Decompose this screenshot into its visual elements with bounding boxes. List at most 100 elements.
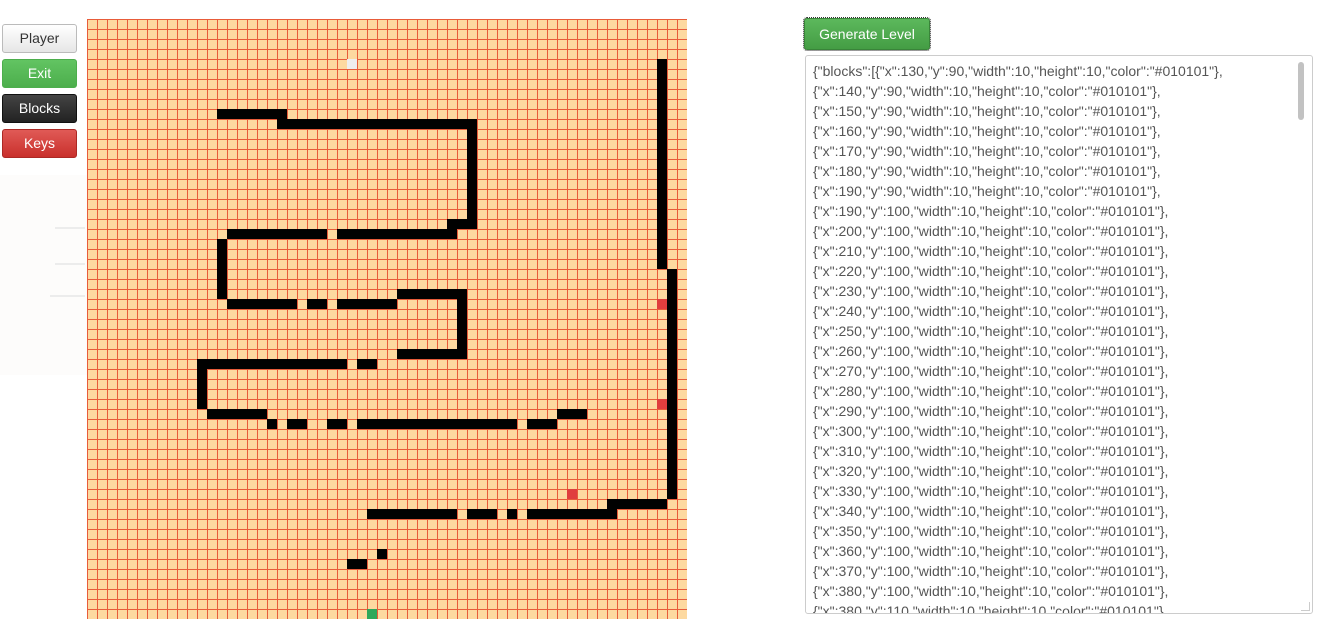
block bbox=[367, 229, 377, 239]
block bbox=[467, 179, 477, 189]
block bbox=[247, 109, 257, 119]
block bbox=[417, 509, 427, 519]
level-json-textarea[interactable]: {"blocks":[{"x":130,"y":90,"width":10,"h… bbox=[805, 55, 1313, 614]
block bbox=[427, 509, 437, 519]
json-line: {"x":370,"y":100,"width":10,"height":10,… bbox=[813, 563, 1169, 579]
block bbox=[657, 259, 667, 269]
json-line: {"x":340,"y":100,"width":10,"height":10,… bbox=[813, 503, 1169, 519]
block bbox=[317, 119, 327, 129]
block bbox=[467, 129, 477, 139]
block bbox=[447, 419, 457, 429]
resize-handle[interactable] bbox=[1301, 602, 1310, 611]
json-line: {"x":240,"y":100,"width":10,"height":10,… bbox=[813, 303, 1169, 319]
scrollbar-thumb[interactable] bbox=[1298, 62, 1304, 120]
block bbox=[357, 229, 367, 239]
block bbox=[547, 509, 557, 519]
block bbox=[297, 229, 307, 239]
json-line: {"x":190,"y":100,"width":10,"height":10,… bbox=[813, 203, 1169, 219]
block bbox=[267, 109, 277, 119]
block bbox=[257, 409, 267, 419]
block bbox=[657, 69, 667, 79]
block bbox=[477, 509, 487, 519]
block bbox=[657, 249, 667, 259]
block bbox=[667, 389, 677, 399]
block bbox=[657, 499, 667, 509]
generate-level-button[interactable]: Generate Level bbox=[803, 17, 931, 51]
block bbox=[407, 119, 417, 129]
keys-tool-button[interactable]: Keys bbox=[2, 129, 77, 158]
json-line: {"x":380,"y":110,"width":10,"height":10,… bbox=[813, 603, 1164, 614]
block bbox=[467, 209, 477, 219]
json-line: {"x":220,"y":100,"width":10,"height":10,… bbox=[813, 263, 1169, 279]
block bbox=[237, 229, 247, 239]
block bbox=[607, 509, 617, 519]
block bbox=[467, 199, 477, 209]
block bbox=[507, 509, 517, 519]
block bbox=[597, 509, 607, 519]
block bbox=[377, 419, 387, 429]
block bbox=[437, 229, 447, 239]
block bbox=[337, 419, 347, 429]
block bbox=[667, 339, 677, 349]
player bbox=[347, 59, 357, 69]
block bbox=[657, 229, 667, 239]
block bbox=[667, 419, 677, 429]
block bbox=[467, 149, 477, 159]
block bbox=[287, 229, 297, 239]
json-line: {"x":360,"y":100,"width":10,"height":10,… bbox=[813, 543, 1169, 559]
block bbox=[657, 179, 667, 189]
block bbox=[337, 119, 347, 129]
block bbox=[447, 509, 457, 519]
block bbox=[317, 299, 327, 309]
blocks-tool-button[interactable]: Blocks bbox=[2, 94, 77, 123]
block bbox=[457, 299, 467, 309]
scrollbar[interactable] bbox=[1298, 58, 1310, 611]
block bbox=[417, 289, 427, 299]
block bbox=[437, 289, 447, 299]
block bbox=[537, 419, 547, 429]
block bbox=[237, 359, 247, 369]
block bbox=[307, 299, 317, 309]
block bbox=[457, 309, 467, 319]
block bbox=[337, 299, 347, 309]
block bbox=[197, 379, 207, 389]
block bbox=[247, 229, 257, 239]
block bbox=[547, 419, 557, 429]
block bbox=[227, 299, 237, 309]
block bbox=[557, 509, 567, 519]
block bbox=[407, 289, 417, 299]
block bbox=[447, 349, 457, 359]
block bbox=[337, 229, 347, 239]
block bbox=[367, 419, 377, 429]
block bbox=[297, 119, 307, 129]
block bbox=[587, 509, 597, 519]
block bbox=[307, 359, 317, 369]
level-grid-canvas[interactable] bbox=[87, 19, 687, 619]
player-tool-button[interactable]: Player bbox=[2, 24, 77, 53]
key bbox=[657, 299, 667, 309]
block bbox=[657, 199, 667, 209]
block bbox=[487, 419, 497, 429]
block bbox=[227, 109, 237, 119]
block bbox=[217, 239, 227, 249]
block bbox=[227, 409, 237, 419]
block bbox=[397, 349, 407, 359]
block bbox=[217, 409, 227, 419]
json-line: {"x":330,"y":100,"width":10,"height":10,… bbox=[813, 483, 1169, 499]
block bbox=[207, 409, 217, 419]
exit-tool-button[interactable]: Exit bbox=[2, 59, 77, 88]
block bbox=[667, 309, 677, 319]
block bbox=[397, 119, 407, 129]
block bbox=[447, 289, 457, 299]
block bbox=[297, 359, 307, 369]
block bbox=[637, 499, 647, 509]
block bbox=[667, 429, 677, 439]
json-line: {"x":350,"y":100,"width":10,"height":10,… bbox=[813, 523, 1169, 539]
block bbox=[467, 419, 477, 429]
block bbox=[387, 299, 397, 309]
block bbox=[397, 509, 407, 519]
block bbox=[667, 459, 677, 469]
block bbox=[627, 499, 637, 509]
block bbox=[667, 329, 677, 339]
block bbox=[667, 269, 677, 279]
